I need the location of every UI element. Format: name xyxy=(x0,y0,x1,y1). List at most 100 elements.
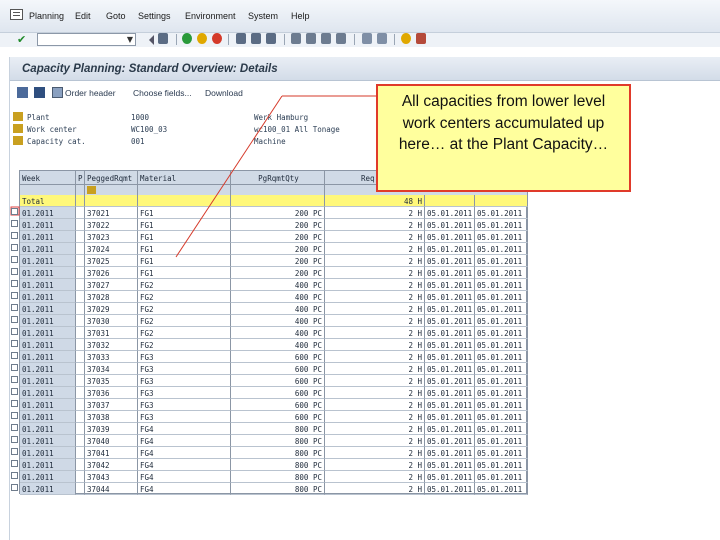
row-select-checkbox[interactable] xyxy=(11,448,18,455)
plant-value: 1000 xyxy=(131,113,150,122)
row-select-checkbox[interactable] xyxy=(11,376,18,383)
week-cell: 01.2011 xyxy=(20,447,76,459)
column-header-material[interactable]: Material xyxy=(138,171,231,185)
first-page-icon[interactable] xyxy=(291,33,301,44)
row-select-checkbox[interactable] xyxy=(11,256,18,263)
row-select-checkbox[interactable] xyxy=(11,412,18,419)
row-select-checkbox[interactable] xyxy=(11,400,18,407)
command-field[interactable]: ▼ xyxy=(37,33,136,46)
date-end-cell: 05.01.2011 xyxy=(475,351,528,363)
pgrqmtqty-cell: 600 PC xyxy=(231,375,325,387)
column-header-week[interactable]: Week xyxy=(20,171,76,185)
menu-goto[interactable]: Goto xyxy=(106,11,126,21)
menu-edit[interactable]: Edit xyxy=(75,11,91,21)
menu-environment[interactable]: Environment xyxy=(185,11,236,21)
column-header-p[interactable]: P xyxy=(76,171,85,185)
date-end-cell: 05.01.2011 xyxy=(475,471,528,483)
menu-help[interactable]: Help xyxy=(291,11,310,21)
row-select-checkbox[interactable] xyxy=(11,268,18,275)
pegged-rqmt-cell: 37037 xyxy=(85,399,138,411)
pegged-rqmt-cell: 37031 xyxy=(85,327,138,339)
date-end-cell: 05.01.2011 xyxy=(475,279,528,291)
row-select-checkbox[interactable] xyxy=(11,328,18,335)
page-title: Capacity Planning: Standard Overview: De… xyxy=(22,63,278,75)
week-cell: 01.2011 xyxy=(20,207,76,219)
find-icon[interactable] xyxy=(251,33,261,44)
menu-planning[interactable]: Planning xyxy=(29,11,64,21)
download-button[interactable]: Download xyxy=(205,88,243,98)
toolbar-separator xyxy=(176,34,177,45)
row-select-checkbox[interactable] xyxy=(11,220,18,227)
row-select-checkbox[interactable] xyxy=(11,244,18,251)
date-end-cell: 05.01.2011 xyxy=(475,291,528,303)
back-green-icon[interactable] xyxy=(182,33,192,44)
p-cell xyxy=(76,399,85,411)
p-cell xyxy=(76,411,85,423)
row-select-checkbox[interactable] xyxy=(11,292,18,299)
week-cell: 01.2011 xyxy=(20,471,76,483)
row-select-checkbox[interactable] xyxy=(11,472,18,479)
row-select-checkbox[interactable] xyxy=(11,340,18,347)
chart-icon[interactable] xyxy=(17,87,28,98)
layout-menu-icon[interactable] xyxy=(416,33,426,44)
date-start-cell: 05.01.2011 xyxy=(425,387,475,399)
row-select-checkbox[interactable] xyxy=(11,232,18,239)
week-cell: 01.2011 xyxy=(20,423,76,435)
order-header-button[interactable]: Order header xyxy=(65,88,116,98)
find-next-icon[interactable] xyxy=(266,33,276,44)
order-header-icon[interactable] xyxy=(52,87,63,98)
work-center-label: Work center xyxy=(27,125,77,134)
choose-fields-button[interactable]: Choose fields... xyxy=(133,88,192,98)
refresh-icon[interactable] xyxy=(34,87,45,98)
row-select-checkbox[interactable] xyxy=(11,436,18,443)
date-start-cell: 05.01.2011 xyxy=(425,303,475,315)
p-cell xyxy=(76,387,85,399)
column-header-pgrqmtqty[interactable]: PgRqmtQty xyxy=(231,171,325,185)
help-icon[interactable] xyxy=(401,33,411,44)
date-end-cell: 05.01.2011 xyxy=(475,267,528,279)
previous-page-icon[interactable] xyxy=(306,33,316,44)
print-icon[interactable] xyxy=(236,33,246,44)
date-end-cell: 05.01.2011 xyxy=(475,327,528,339)
menu-system[interactable]: System xyxy=(248,11,278,21)
work-center-value: WC100_03 xyxy=(131,125,168,134)
shortcut-icon[interactable] xyxy=(377,33,387,44)
row-select-checkbox[interactable] xyxy=(11,304,18,311)
menu-settings[interactable]: Settings xyxy=(138,11,171,21)
next-page-icon[interactable] xyxy=(321,33,331,44)
back-arrow-icon[interactable] xyxy=(144,35,154,45)
pgrqmtqty-cell: 800 PC xyxy=(231,423,325,435)
toolbar-separator xyxy=(354,34,355,45)
save-icon[interactable] xyxy=(158,33,168,44)
req-cell: 2 H xyxy=(325,303,425,315)
enter-check-icon[interactable]: ✔ xyxy=(17,33,26,46)
row-select-checkbox[interactable] xyxy=(11,460,18,467)
req-cell: 2 H xyxy=(325,375,425,387)
row-select-checkbox[interactable] xyxy=(11,208,18,215)
row-select-checkbox[interactable] xyxy=(11,364,18,371)
week-cell: 01.2011 xyxy=(20,291,76,303)
pegged-rqmt-cell: 37035 xyxy=(85,375,138,387)
last-page-icon[interactable] xyxy=(336,33,346,44)
date-start-cell: 05.01.2011 xyxy=(425,447,475,459)
chevron-down-icon[interactable]: ▼ xyxy=(127,35,133,44)
row-select-checkbox[interactable] xyxy=(11,352,18,359)
total-empty-cell xyxy=(231,195,325,207)
hierarchy-icon[interactable] xyxy=(87,186,96,194)
row-select-checkbox[interactable] xyxy=(11,388,18,395)
row-select-checkbox[interactable] xyxy=(11,424,18,431)
p-cell xyxy=(76,435,85,447)
new-session-icon[interactable] xyxy=(362,33,372,44)
cancel-red-icon[interactable] xyxy=(212,33,222,44)
date-start-cell: 05.01.2011 xyxy=(425,279,475,291)
row-select-checkbox[interactable] xyxy=(11,484,18,491)
exit-yellow-icon[interactable] xyxy=(197,33,207,44)
column-header-pegged-rqmt[interactable]: PeggedRqmt xyxy=(85,171,138,185)
row-select-checkbox[interactable] xyxy=(11,280,18,287)
row-select-checkbox[interactable] xyxy=(11,316,18,323)
pgrqmtqty-cell: 200 PC xyxy=(231,267,325,279)
week-cell: 01.2011 xyxy=(20,303,76,315)
material-cell: FG2 xyxy=(138,291,231,303)
material-cell: FG1 xyxy=(138,267,231,279)
system-menu-icon[interactable] xyxy=(10,9,23,20)
